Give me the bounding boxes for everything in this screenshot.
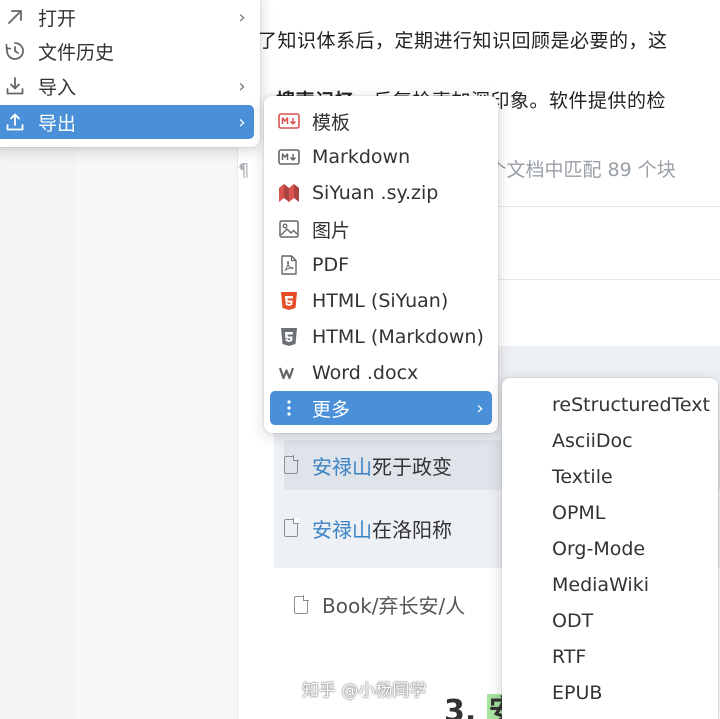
menu-item-restructuredtext[interactable]: reStructuredText xyxy=(502,388,718,422)
menu-item-label: AsciiDoc xyxy=(552,430,633,452)
menu-item-label: 图片 xyxy=(312,219,351,242)
markdown-icon xyxy=(276,147,302,167)
menu-item-file-history[interactable]: 文件历史 xyxy=(0,34,254,68)
menu-item-label: PDF xyxy=(312,254,350,276)
export-icon xyxy=(2,112,28,132)
menu-item-label: HTML (SiYuan) xyxy=(312,290,449,312)
pilcrow-icon: ¶ xyxy=(238,160,250,181)
menu-item-label: 打开 xyxy=(38,7,77,30)
search-summary-text: 个文档中匹配 89 个块 xyxy=(487,159,676,181)
menu-item-word-docx[interactable]: Word .docx xyxy=(270,356,492,390)
menu-item-label: MediaWiki xyxy=(552,574,649,596)
menu-item-label: RTF xyxy=(552,646,587,668)
menu-item-markdown[interactable]: Markdown xyxy=(270,140,492,174)
import-icon xyxy=(2,76,28,96)
menu-item-rtf[interactable]: RTF xyxy=(502,640,718,674)
result-highlight: 安禄山 xyxy=(312,517,372,542)
result-highlight: 安禄山 xyxy=(312,454,372,479)
menu-item-export[interactable]: 导出 › xyxy=(0,105,254,139)
menu-item-odt[interactable]: ODT xyxy=(502,604,718,638)
history-icon xyxy=(2,41,28,61)
menu-item-textile[interactable]: Textile xyxy=(502,460,718,494)
menu-item-label: 导入 xyxy=(38,76,77,99)
menu-item-label: HTML (Markdown) xyxy=(312,326,484,348)
markdown-template-icon xyxy=(276,111,302,131)
menu-item-image[interactable]: 图片 xyxy=(270,212,492,246)
paragraph-text: 了知识体系后，定期进行知识回顾是必要的，这 xyxy=(258,30,668,52)
more-export-submenu: reStructuredText AsciiDoc Textile OPML O… xyxy=(502,378,718,719)
heading-number: 3. xyxy=(444,694,477,719)
menu-item-label: reStructuredText xyxy=(552,394,710,416)
menu-item-siyuan-zip[interactable]: SiYuan .sy.zip xyxy=(270,176,492,210)
html5-icon xyxy=(276,291,302,311)
document-icon xyxy=(284,455,299,474)
menu-item-label: Org-Mode xyxy=(552,538,646,560)
menu-item-label: 更多 xyxy=(312,398,351,421)
menu-item-template[interactable]: 模板 xyxy=(270,104,492,138)
menu-item-label: SiYuan .sy.zip xyxy=(312,182,439,204)
menu-item-label: Word .docx xyxy=(312,362,419,384)
chevron-right-icon: › xyxy=(238,6,246,28)
menu-item-label: 模板 xyxy=(312,111,351,134)
result-text: 死于政变 xyxy=(372,454,452,479)
document-path: Book/弃长安/人 xyxy=(322,594,466,618)
menu-item-label: EPUB xyxy=(552,682,603,704)
menu-item-org-mode[interactable]: Org-Mode xyxy=(502,532,718,566)
menu-item-label: 文件历史 xyxy=(38,41,115,64)
menu-item-mediawiki[interactable]: MediaWiki xyxy=(502,568,718,602)
menu-item-asciidoc[interactable]: AsciiDoc xyxy=(502,424,718,458)
menu-item-label: 导出 xyxy=(38,112,77,135)
html5-grey-icon xyxy=(276,327,302,347)
menu-item-label: Textile xyxy=(552,466,613,488)
menu-item-html-siyuan[interactable]: HTML (SiYuan) xyxy=(270,284,492,318)
pdf-icon xyxy=(276,255,302,275)
menu-item-label: OPML xyxy=(552,502,606,524)
menu-item-more[interactable]: 更多 › xyxy=(270,391,492,425)
chevron-right-icon: › xyxy=(238,111,246,133)
document-icon xyxy=(294,594,309,614)
chevron-right-icon: › xyxy=(476,397,484,419)
menu-item-opml[interactable]: OPML xyxy=(502,496,718,530)
watermark-text: 知乎 @小杨同学 xyxy=(302,681,427,701)
menu-item-pdf[interactable]: PDF xyxy=(270,248,492,282)
menu-item-label: Markdown xyxy=(312,146,411,168)
export-submenu: 模板 Markdown SiYuan .sy.zip 图片 PDF HTML (… xyxy=(264,96,498,433)
image-icon xyxy=(276,219,302,239)
menu-item-epub[interactable]: EPUB xyxy=(502,676,718,710)
menu-item-import[interactable]: 导入 › xyxy=(0,69,254,103)
file-menu: 打开 › 文件历史 导入 › 导出 › xyxy=(0,0,260,147)
menu-item-open[interactable]: 打开 › xyxy=(0,0,254,34)
word-icon xyxy=(276,363,302,383)
more-vertical-icon xyxy=(276,398,302,418)
document-path-row[interactable]: Book/弃长安/人 xyxy=(294,590,465,619)
menu-item-html-markdown[interactable]: HTML (Markdown) xyxy=(270,320,492,354)
arrow-up-right-icon xyxy=(2,7,28,27)
menu-item-label: ODT xyxy=(552,610,594,632)
result-text: 在洛阳称 xyxy=(372,517,452,542)
siyuan-icon xyxy=(276,183,302,203)
document-icon xyxy=(284,518,299,537)
chevron-right-icon: › xyxy=(238,75,246,97)
